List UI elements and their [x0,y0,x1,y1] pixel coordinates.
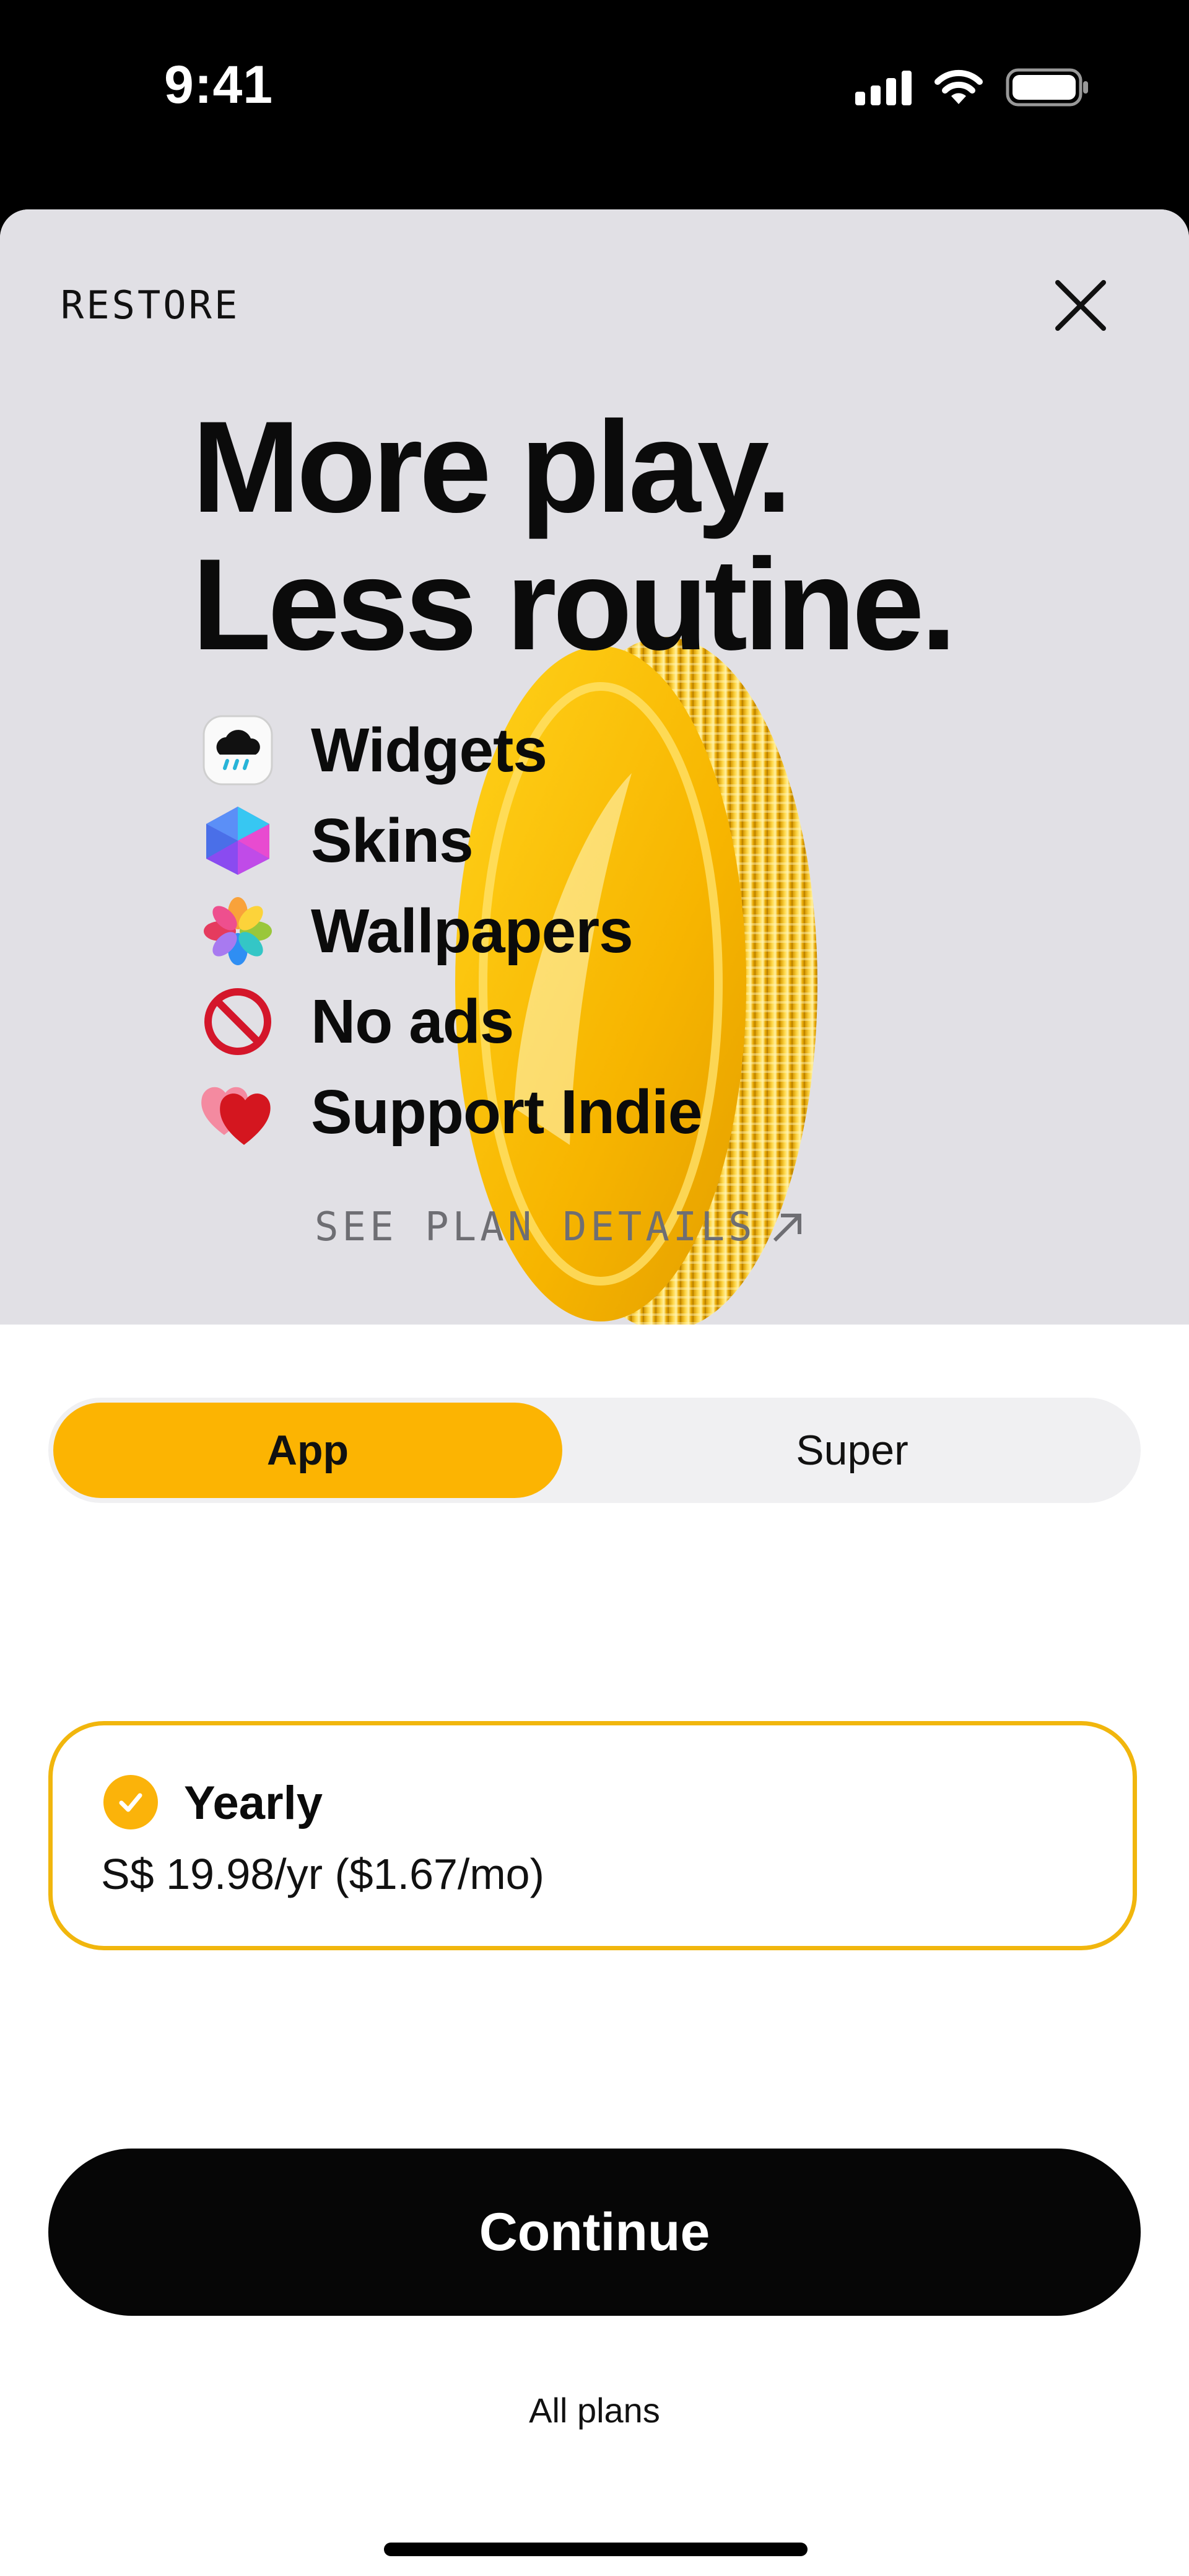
wallpapers-flower-icon [199,893,276,970]
paywall-sheet: RESTORE More play. Less routine. Widgets… [0,209,1189,2576]
feature-label: No ads [311,986,514,1056]
battery-icon [1006,68,1088,107]
plan-price: S$ 19.98/yr ($1.67/mo) [101,1850,544,1898]
continue-button[interactable]: Continue [48,2149,1141,2316]
plan-details-label: SEE PLAN DETAILS [315,1204,756,1250]
no-ads-icon [199,983,276,1060]
restore-button[interactable]: RESTORE [61,283,240,328]
feature-label: Support Indie [311,1077,702,1147]
status-time: 9:41 [164,55,274,115]
headline: More play. Less routine. [192,398,1121,673]
feature-item-widgets: Widgets [199,705,702,795]
weather-widget-icon [199,712,276,789]
close-icon [1055,280,1106,331]
wifi-icon [934,69,983,104]
feature-item-wallpapers: Wallpapers [199,886,702,976]
feature-label: Skins [311,805,474,875]
headline-line-2: Less routine. [192,532,957,677]
arrow-up-right-icon [773,1214,801,1242]
status-bar: 9:41 [0,0,1189,186]
headline-line-1: More play. [192,394,792,540]
feature-label: Widgets [311,715,547,785]
segment-app[interactable]: App [53,1403,562,1498]
feature-item-skins: Skins [199,795,702,886]
feature-item-no-ads: No ads [199,976,702,1067]
checkmark-icon [103,1775,158,1829]
close-button[interactable] [1040,265,1121,346]
segment-super[interactable]: Super [568,1403,1136,1498]
yearly-plan-card[interactable]: Yearly S$ 19.98/yr ($1.67/mo) [48,1721,1137,1950]
hero-section: RESTORE More play. Less routine. Widgets… [0,209,1189,1325]
hearts-icon [199,1074,276,1150]
plan-type-segmented-control: App Super [48,1398,1141,1503]
feature-list: Widgets Skins Wallpapers No ads Support … [199,705,702,1157]
home-indicator [384,2543,808,2556]
status-icons [855,68,1090,107]
cellular-signal-icon [855,69,912,105]
feature-item-support-indie: Support Indie [199,1067,702,1157]
feature-label: Wallpapers [311,896,634,966]
plan-title: Yearly [184,1777,323,1829]
all-plans-link[interactable]: All plans [0,2390,1189,2430]
see-plan-details-link[interactable]: SEE PLAN DETAILS [315,1204,807,1250]
skins-hexagon-icon [199,802,276,879]
